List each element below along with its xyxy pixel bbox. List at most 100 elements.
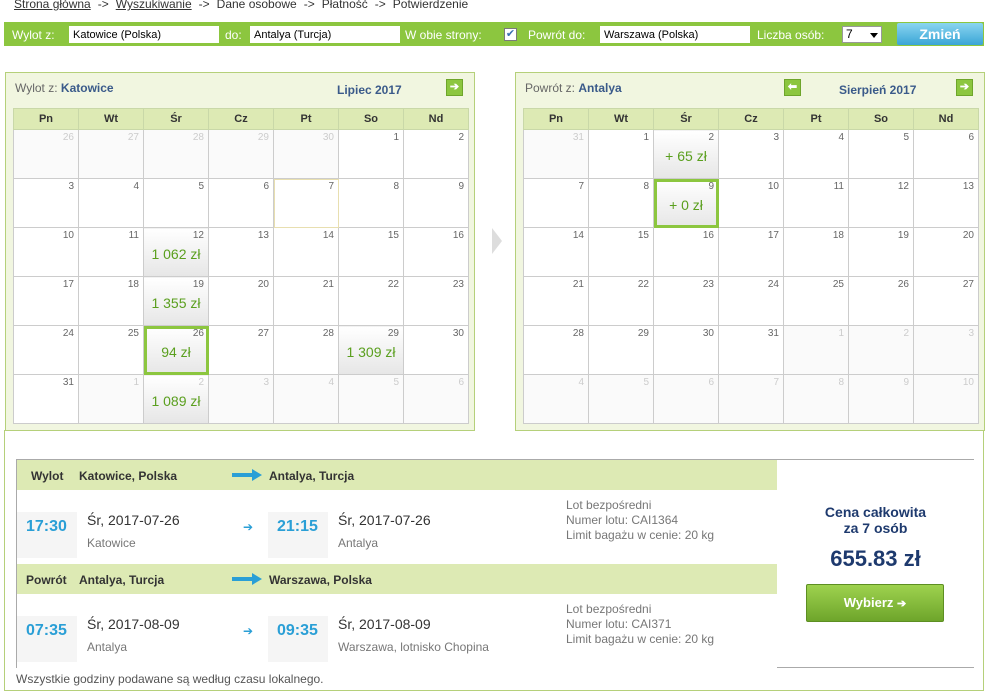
persons-select[interactable]: 7 (842, 26, 882, 43)
weekday-header: Nd (913, 108, 979, 130)
day-number: 17 (767, 230, 779, 241)
calendar-day: 12 (848, 178, 914, 228)
breadcrumb-step-payment: Płatność (321, 0, 368, 11)
day-number: 1 (133, 377, 139, 388)
weekday-header: Pn (13, 108, 79, 130)
arrow-right-icon[interactable]: ➔ (446, 79, 463, 96)
day-price: + 0 zł (669, 197, 703, 213)
calendar-day-priced[interactable]: 2 1 089 zł (143, 374, 209, 424)
calendar-day: 16 (403, 227, 469, 277)
day-number: 11 (833, 181, 844, 192)
weekday-header: Wt (588, 108, 654, 130)
calendar-day: 11 (783, 178, 849, 228)
day-number: 22 (387, 279, 399, 290)
day-number: 4 (133, 181, 139, 192)
day-number: 18 (832, 230, 844, 241)
calendar-week-row: 7 8 9 + 0 zł 10 11 12 13 (523, 178, 979, 228)
from-input[interactable] (69, 26, 219, 43)
calendar-day: 14 (273, 227, 339, 277)
total-price-value: 655.83 zł (830, 546, 921, 571)
calendar-day: 31 (13, 374, 79, 424)
calendar-day: 1 (78, 374, 144, 424)
calendar-day: 2 (848, 325, 914, 375)
day-price: + 65 zł (665, 148, 707, 164)
weekday-header-row: Pn Wt Śr Cz Pt So Nd (523, 108, 979, 130)
day-number: 2 (708, 132, 714, 143)
weekday-header-row: Pn Wt Śr Cz Pt So Nd (13, 108, 469, 130)
day-number: 4 (838, 132, 844, 143)
calendar-day-priced[interactable]: 2 + 65 zł (653, 129, 719, 179)
calendar-day: 1 (588, 129, 654, 179)
breadcrumb-separator: -> (97, 0, 109, 11)
day-number: 30 (322, 132, 334, 143)
calendar-week-row: 21 22 23 24 25 26 27 (523, 276, 979, 326)
roundtrip-label: W obie strony: (405, 28, 482, 42)
day-number: 20 (962, 230, 974, 241)
day-price: 1 309 zł (346, 344, 396, 360)
day-number: 11 (128, 230, 139, 241)
calendar-day-priced[interactable]: 9 + 0 zł (653, 178, 719, 228)
breadcrumb-home-link[interactable]: Strona główna (14, 0, 91, 11)
day-number: 2 (198, 377, 204, 388)
price-box: Cena całkowita za 7 osób 655.83 zł Wybier… (777, 460, 974, 667)
outbound-calendar-header: Wylot z: Katowice Lipiec 2017 ➔ (6, 73, 474, 107)
day-number: 7 (328, 181, 334, 192)
change-search-button[interactable]: Zmień (897, 23, 983, 45)
calendar-day: 24 (13, 325, 79, 375)
day-number: 7 (578, 181, 584, 192)
calendar-day-priced[interactable]: 29 1 309 zł (338, 325, 404, 375)
day-number: 1 (643, 132, 649, 143)
outbound-dep-time: 17:30 (26, 518, 67, 535)
arrow-left-icon[interactable]: ⬅ (784, 79, 801, 96)
calendar-day: 8 (783, 374, 849, 424)
outbound-dep-date: Śr, 2017-07-26 (87, 512, 180, 528)
return-flight-info: Lot bezpośredni Numer lotu: CAI371 Limit… (566, 602, 714, 647)
calendar-day: 2 (403, 129, 469, 179)
calendar-day-priced[interactable]: 26 94 zł (143, 325, 209, 375)
select-button[interactable]: Wybierz ➔ (806, 584, 944, 622)
outbound-from: Katowice, Polska (79, 469, 178, 483)
calendar-day: 25 (783, 276, 849, 326)
calendar-day: 23 (653, 276, 719, 326)
breadcrumb-search-link[interactable]: Wyszukiwanie (116, 0, 192, 11)
outbound-info-line: Numer lotu: CAI1364 (566, 513, 679, 527)
outbound-title-city: Katowice (60, 81, 114, 95)
arrow-right-icon[interactable]: ➔ (956, 79, 973, 96)
calendar-day: 5 (143, 178, 209, 228)
return-input[interactable] (600, 26, 750, 43)
calendar-week-row: 14 15 16 17 18 19 20 (523, 227, 979, 277)
calendar-week-row: 31 1 2 1 089 zł 3 4 5 6 (13, 374, 469, 424)
outbound-info-line: Limit bagażu w cenie: 20 kg (566, 528, 715, 542)
day-number: 9 (708, 181, 714, 192)
calendar-week-row: 26 27 28 29 30 1 2 (13, 129, 469, 179)
calendar-day: 15 (338, 227, 404, 277)
calendar-day: 27 (913, 276, 979, 326)
day-number: 5 (643, 377, 649, 388)
calendar-day: 21 (523, 276, 589, 326)
return-dep-place: Antalya (87, 640, 128, 654)
calendar-day: 3 (208, 374, 274, 424)
to-input[interactable] (250, 26, 400, 43)
day-number: 15 (387, 230, 399, 241)
weekday-header: So (848, 108, 914, 130)
calendar-day-priced[interactable]: 12 1 062 zł (143, 227, 209, 277)
weekday-header: Pt (273, 108, 339, 130)
day-number: 6 (968, 132, 974, 143)
calendar-day: 4 (783, 129, 849, 179)
return-dep-date: Śr, 2017-08-09 (87, 616, 180, 632)
day-number: 19 (897, 230, 909, 241)
day-number: 17 (62, 279, 74, 290)
return-flight-row: 07:35 Śr, 2017-08-09 Antalya ➔ 09:35 Śr,… (17, 594, 777, 668)
day-number: 1 (838, 328, 844, 339)
day-number: 28 (192, 132, 204, 143)
day-number: 3 (263, 377, 269, 388)
day-number: 27 (257, 328, 269, 339)
chevron-right-icon (492, 228, 502, 254)
calendar-day: 7 (523, 178, 589, 228)
total-price-persons-line: za 7 osób (843, 520, 908, 536)
roundtrip-checkbox[interactable]: ✔ (504, 28, 517, 41)
day-number: 12 (897, 181, 909, 192)
calendar-day: 26 (13, 129, 79, 179)
day-number: 31 (62, 377, 74, 388)
calendar-day-priced[interactable]: 19 1 355 zł (143, 276, 209, 326)
